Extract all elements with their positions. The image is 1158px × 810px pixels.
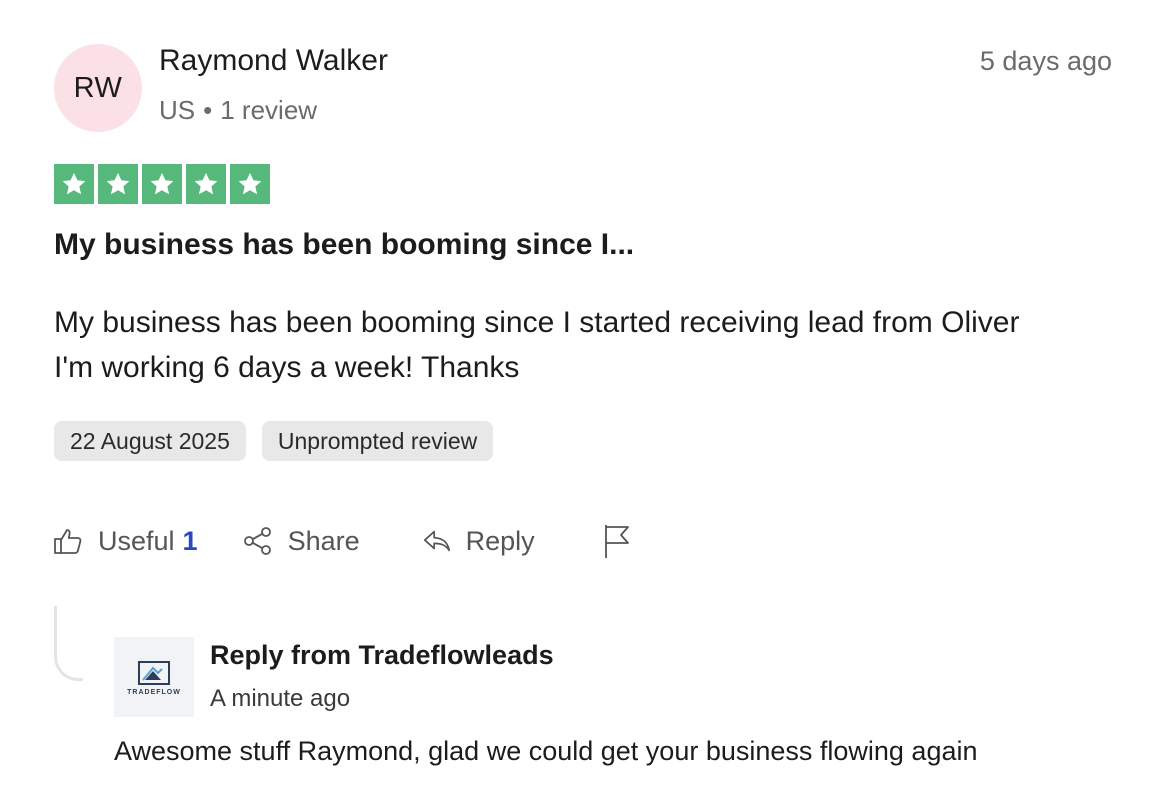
star-icon xyxy=(186,164,226,204)
reply-label: Reply xyxy=(465,525,535,556)
review-actions: Useful 1 Share Reply xyxy=(52,518,647,564)
review-age: 5 days ago xyxy=(979,46,1112,76)
meta-separator: • xyxy=(203,95,213,125)
flag-icon xyxy=(604,525,629,558)
reply-icon xyxy=(423,530,450,552)
useful-label: Useful xyxy=(98,525,175,556)
reply-button[interactable]: Reply xyxy=(422,526,535,557)
star-icon xyxy=(98,164,138,204)
reviewer-name[interactable]: Raymond Walker xyxy=(159,44,388,78)
review-date-badge: 22 August 2025 xyxy=(54,421,246,461)
star-rating xyxy=(54,164,270,204)
review-body: My business has been booming since I sta… xyxy=(54,306,1020,384)
star-icon xyxy=(142,164,182,204)
useful-button[interactable]: Useful 1 xyxy=(52,525,198,557)
star-icon xyxy=(54,164,94,204)
reply-time: A minute ago xyxy=(210,685,351,712)
reply-text: Awesome stuff Raymond, glad we could get… xyxy=(114,736,978,766)
star-icon xyxy=(230,164,270,204)
useful-count: 1 xyxy=(182,525,198,556)
company-logo: TRADEFLOW xyxy=(114,637,194,717)
reviewer-country: US xyxy=(159,95,196,125)
unprompted-badge[interactable]: Unprompted review xyxy=(261,421,494,461)
house-logo-icon xyxy=(138,660,170,685)
reviewer-meta: US • 1 review xyxy=(159,95,317,126)
share-label: Share xyxy=(287,525,360,556)
reviewer-review-count: 1 review xyxy=(220,95,318,125)
reply-title: Reply from Tradeflowleads xyxy=(210,640,554,670)
share-icon xyxy=(243,527,271,555)
reply-thread-line xyxy=(54,606,83,681)
review-title[interactable]: My business has been booming since I... xyxy=(54,228,634,262)
logo-text: TRADEFLOW xyxy=(127,688,181,696)
report-button[interactable] xyxy=(601,523,647,559)
avatar-initials: RW xyxy=(73,71,123,104)
share-button[interactable]: Share xyxy=(242,525,360,557)
thumbs-up-icon xyxy=(54,529,82,554)
reviewer-avatar[interactable]: RW xyxy=(54,44,142,132)
review-badges: 22 August 2025 Unprompted review xyxy=(54,421,494,461)
